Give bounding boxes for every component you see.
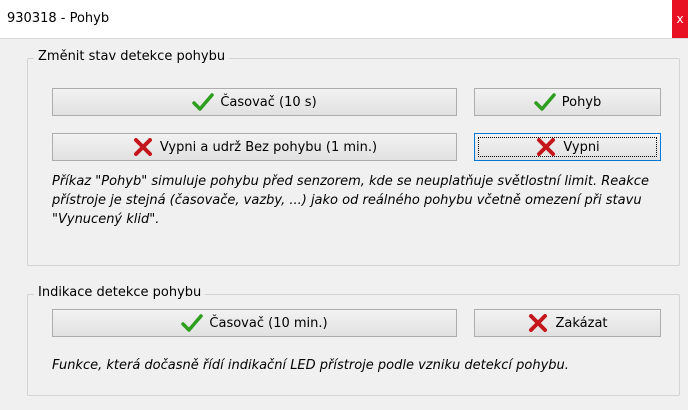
off-label: Vypni xyxy=(563,139,600,155)
motion-button[interactable]: Pohyb xyxy=(474,88,661,116)
off-button[interactable]: Vypni xyxy=(474,133,661,161)
cross-icon xyxy=(529,314,548,332)
disable-button[interactable]: Zakázat xyxy=(474,309,661,337)
title-bar: 930318 - Pohyb x xyxy=(0,0,688,39)
timer-10min-button[interactable]: Časovač (10 min.) xyxy=(52,309,457,337)
off-hold-button[interactable]: Vypni a udrž Bez pohybu (1 min.) xyxy=(52,133,457,161)
off-hold-label: Vypni a udrž Bez pohybu (1 min.) xyxy=(159,139,378,155)
check-icon xyxy=(181,314,204,332)
disable-label: Zakázat xyxy=(555,315,608,331)
check-icon xyxy=(192,93,215,111)
indication-note: Funkce, která dočasně řídí indikační LED… xyxy=(52,358,569,373)
close-button[interactable]: x xyxy=(672,0,688,38)
motion-note: Příkaz "Pohyb" simuluje pohybu před senz… xyxy=(52,174,649,227)
check-icon xyxy=(533,93,556,111)
indication-group-title: Indikace detekce pohybu xyxy=(34,285,206,300)
motion-label: Pohyb xyxy=(561,94,602,110)
timer-10s-label: Časovač (10 s) xyxy=(220,94,317,110)
cross-icon xyxy=(537,138,556,156)
window-title: 930318 - Pohyb xyxy=(7,11,110,26)
cross-icon xyxy=(133,138,152,156)
motion-state-group-title: Změnit stav detekce pohybu xyxy=(34,49,230,64)
timer-10s-button[interactable]: Časovač (10 s) xyxy=(52,88,457,116)
timer-10min-label: Časovač (10 min.) xyxy=(209,315,328,331)
